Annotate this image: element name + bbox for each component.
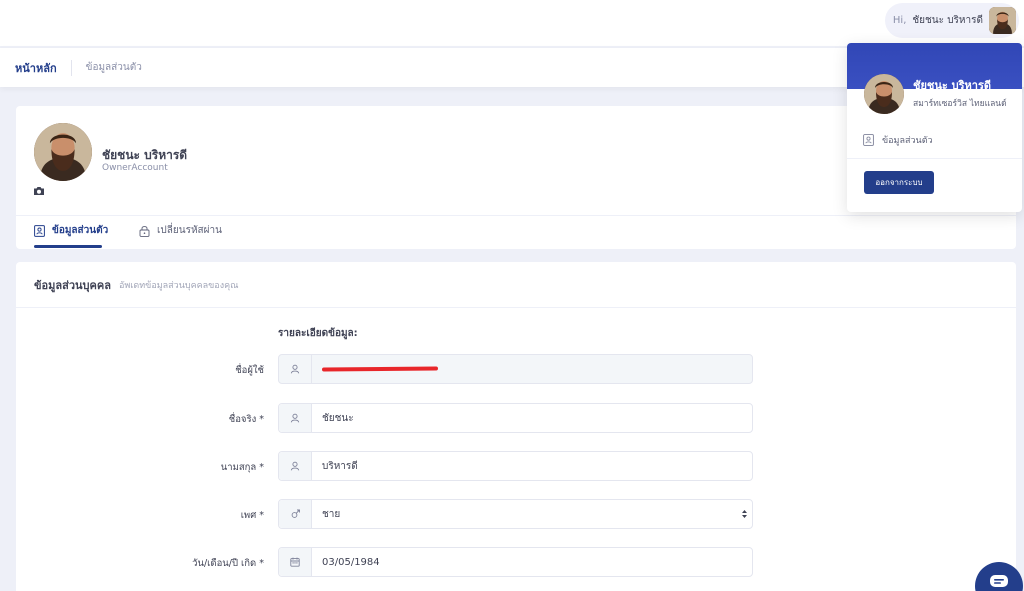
birthdate-label: วัน/เดือน/ปี เกิด * <box>192 558 264 569</box>
page-title[interactable]: หน้าหลัก <box>15 59 57 77</box>
first-name-value[interactable]: ชัยชนะ <box>312 404 752 432</box>
first-name-field[interactable]: ชัยชนะ <box>278 403 753 433</box>
active-tab-indicator <box>34 245 102 248</box>
last-name-label: นามสกุล * <box>220 462 264 473</box>
account-type: OwnerAccount <box>102 163 168 173</box>
subheader-divider <box>70 59 72 76</box>
personal-info-title: ข้อมูลส่วนบุคคล <box>34 278 111 292</box>
first-name-row: ชื่อจริง * ชัยชนะ <box>16 403 1016 433</box>
gender-icon <box>279 500 312 528</box>
camera-icon[interactable] <box>33 181 45 195</box>
breadcrumb[interactable]: ข้อมูลส่วนตัว <box>86 60 142 75</box>
personal-info-header: ข้อมูลส่วนบุคคล อัพเดทข้อมูลส่วนบุคคลของ… <box>16 262 1016 308</box>
dropdown-divider <box>847 158 1022 159</box>
gender-row: เพศ * ชาย <box>16 499 1016 529</box>
lock-icon <box>139 225 150 237</box>
tabs-divider <box>16 215 1016 216</box>
section-label: รายละเอียดข้อมูล: <box>278 328 358 339</box>
gender-label: เพศ * <box>240 510 264 521</box>
username-field[interactable] <box>278 354 753 384</box>
first-name-label: ชื่อจริง * <box>228 414 264 425</box>
logout-button[interactable]: ออกจากระบบ <box>864 171 934 194</box>
birthdate-row: วัน/เดือน/ปี เกิด * 03/05/1984 <box>16 547 1016 577</box>
gender-select[interactable]: ชาย <box>278 499 753 529</box>
username-label: ชื่อผู้ใช้ <box>235 365 264 376</box>
tab-change-password-label: เปลี่ยนรหัสผ่าน <box>157 225 222 236</box>
username-row: ชื่อผู้ใช้ <box>16 354 1016 384</box>
tab-change-password[interactable]: เปลี่ยนรหัสผ่าน <box>139 223 222 238</box>
birthdate-value[interactable]: 03/05/1984 <box>312 548 752 576</box>
greeting-text: Hi, <box>892 15 907 26</box>
id-card-icon <box>34 224 45 237</box>
id-card-icon <box>863 134 874 146</box>
gender-value: ชาย <box>322 508 341 520</box>
tab-personal-info-label: ข้อมูลส่วนตัว <box>52 225 109 236</box>
top-header: Hi, ชัยชนะ บริหารดี <box>0 0 1024 47</box>
user-icon <box>279 355 312 383</box>
username-value <box>312 355 752 383</box>
chat-icon <box>990 575 1008 587</box>
dropdown-avatar <box>864 74 904 114</box>
dropdown-item-profile-label: ข้อมูลส่วนตัว <box>882 136 933 146</box>
personal-info-description: อัพเดทข้อมูลส่วนบุคคลของคุณ <box>118 280 239 291</box>
dropdown-user-name: ชัยชนะ บริหารดี <box>913 79 992 92</box>
dropdown-company: สมาร์ทเซอร์วิส ไทยแลนด์ <box>913 99 1007 109</box>
user-dropdown: ชัยชนะ บริหารดี สมาร์ทเซอร์วิส ไทยแลนด์ … <box>847 43 1022 212</box>
user-icon <box>279 452 312 480</box>
personal-info-card: ข้อมูลส่วนบุคคล อัพเดทข้อมูลส่วนบุคคลของ… <box>16 262 1016 591</box>
header-user-name: ชัยชนะ บริหารดี <box>912 15 983 26</box>
header-avatar[interactable] <box>989 7 1016 34</box>
last-name-row: นามสกุล * บริหารดี <box>16 451 1016 481</box>
select-arrows-icon <box>736 500 752 528</box>
redaction-mark <box>321 366 439 372</box>
dropdown-item-profile[interactable]: ข้อมูลส่วนตัว <box>863 133 933 147</box>
last-name-value[interactable]: บริหารดี <box>312 452 752 480</box>
tab-personal-info[interactable]: ข้อมูลส่วนตัว <box>34 223 108 238</box>
user-icon <box>279 404 312 432</box>
calendar-icon <box>279 548 312 576</box>
user-menu-toggle[interactable]: Hi, ชัยชนะ บริหารดี <box>884 3 1019 38</box>
birthdate-field[interactable]: 03/05/1984 <box>278 547 753 577</box>
profile-avatar <box>34 123 92 181</box>
last-name-field[interactable]: บริหารดี <box>278 451 753 481</box>
